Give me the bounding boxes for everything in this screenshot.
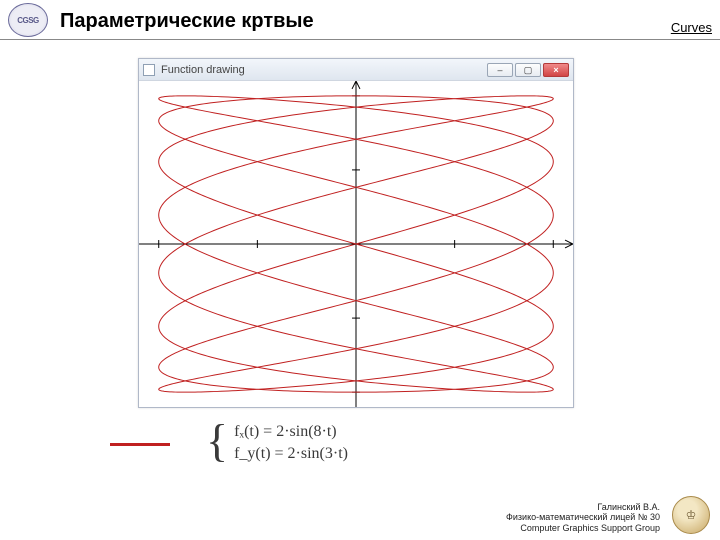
slide-title: Параметрические кртвые [60, 10, 663, 37]
slide-header: CGSG Параметрические кртвые Curves [0, 0, 720, 40]
section-label: Curves [671, 20, 712, 37]
equation-fy: f_y(t) = 2·sin(3·t) [234, 443, 348, 465]
maximize-button[interactable]: ▢ [515, 63, 541, 77]
close-button[interactable]: × [543, 63, 569, 77]
slide-footer: Галинский В.А. Физико-математический лиц… [506, 502, 660, 534]
footer-group: Computer Graphics Support Group [506, 523, 660, 534]
cgsg-logo: CGSG [8, 3, 48, 37]
minimize-button[interactable]: – [487, 63, 513, 77]
brace-icon: { [206, 418, 228, 464]
footer-badge-icon: ♔ [672, 496, 710, 534]
function-drawing-window: Function drawing – ▢ × [138, 58, 574, 408]
bullet-underline [110, 443, 170, 446]
footer-author: Галинский В.А. [506, 502, 660, 513]
window-titlebar[interactable]: Function drawing – ▢ × [139, 59, 573, 81]
plot-canvas [139, 81, 573, 407]
equation-fx: fₓ(t) = 2·sin(8·t) [234, 421, 348, 443]
window-app-icon [143, 64, 155, 76]
footer-school: Физико-математический лицей № 30 [506, 512, 660, 523]
window-title: Function drawing [161, 64, 485, 76]
parametric-equations: { fₓ(t) = 2·sin(8·t) f_y(t) = 2·sin(3·t) [206, 420, 348, 466]
